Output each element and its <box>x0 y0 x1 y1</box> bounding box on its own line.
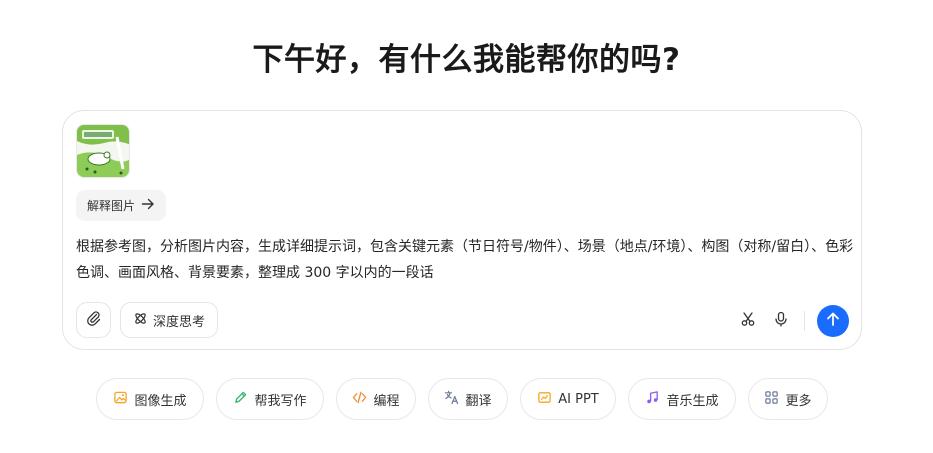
scissors-icon <box>740 311 756 331</box>
quick-action-label: AI PPT <box>558 391 599 407</box>
quick-action-music[interactable]: 音乐生成 <box>628 378 736 420</box>
arrow-right-icon <box>141 197 155 214</box>
arrow-up-icon <box>825 311 841 331</box>
image-generate-icon <box>113 390 128 409</box>
deep-think-label: 深度思考 <box>153 314 206 330</box>
quick-action-image-generate[interactable]: 图像生成 <box>96 378 204 420</box>
quick-action-coding[interactable]: 编程 <box>336 378 416 420</box>
explain-image-button[interactable]: 解释图片 <box>76 190 167 221</box>
attach-button[interactable] <box>76 302 111 338</box>
quick-action-more[interactable]: 更多 <box>748 378 828 420</box>
code-icon <box>352 390 367 409</box>
explain-image-label: 解释图片 <box>87 199 136 213</box>
quick-action-label: 更多 <box>785 393 812 409</box>
deep-think-button[interactable]: 深度思考 <box>120 302 219 338</box>
atom-icon <box>133 311 148 330</box>
translate-icon <box>444 390 459 409</box>
music-icon <box>645 390 660 409</box>
image-thumbnail[interactable] <box>76 124 130 178</box>
greeting-title: 下午好，有什么我能帮你的吗? <box>252 42 681 78</box>
quick-action-translate[interactable]: 翻译 <box>428 378 508 420</box>
paperclip-icon <box>86 310 102 330</box>
quick-action-writing[interactable]: 帮我写作 <box>216 378 324 420</box>
quick-action-label: 音乐生成 <box>666 393 719 409</box>
microphone-icon <box>773 311 789 331</box>
chat-composer: 解释图片 根据参考图，分析图片内容，生成详细提示词，包含关键元素（节日符号/物件… <box>62 110 862 350</box>
quick-action-label: 翻译 <box>465 393 492 409</box>
quick-action-ai-ppt[interactable]: AI PPT <box>520 378 616 420</box>
quick-action-label: 帮我写作 <box>254 393 307 409</box>
quick-action-label: 图像生成 <box>134 393 187 409</box>
toolbar-divider <box>804 311 805 331</box>
scissors-button[interactable] <box>737 310 759 332</box>
ppt-icon <box>537 390 552 409</box>
microphone-button[interactable] <box>770 310 792 332</box>
prompt-input[interactable]: 根据参考图，分析图片内容，生成详细提示词，包含关键元素（节日符号/物件）、场景（… <box>76 234 854 286</box>
quick-action-label: 编程 <box>373 393 400 409</box>
more-grid-icon <box>764 390 779 409</box>
send-button[interactable] <box>817 305 849 337</box>
pen-write-icon <box>233 390 248 409</box>
